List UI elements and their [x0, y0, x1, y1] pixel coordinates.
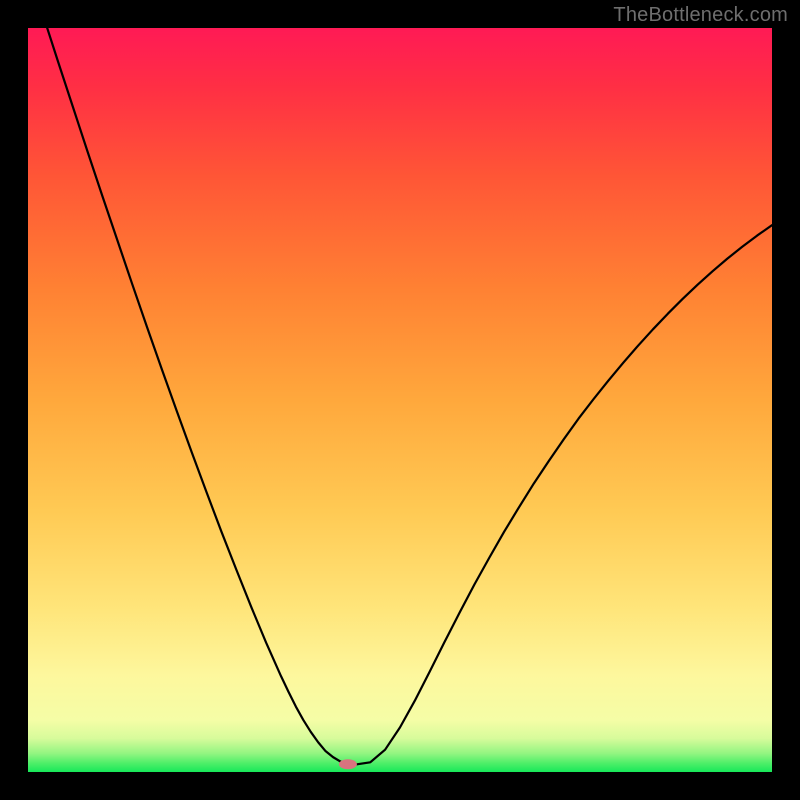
bottleneck-chart	[28, 28, 772, 772]
bottleneck-marker	[339, 759, 357, 769]
chart-frame: TheBottleneck.com	[0, 0, 800, 800]
gradient-background	[28, 28, 772, 772]
watermark-text: TheBottleneck.com	[613, 4, 788, 27]
plot-area	[28, 28, 772, 772]
